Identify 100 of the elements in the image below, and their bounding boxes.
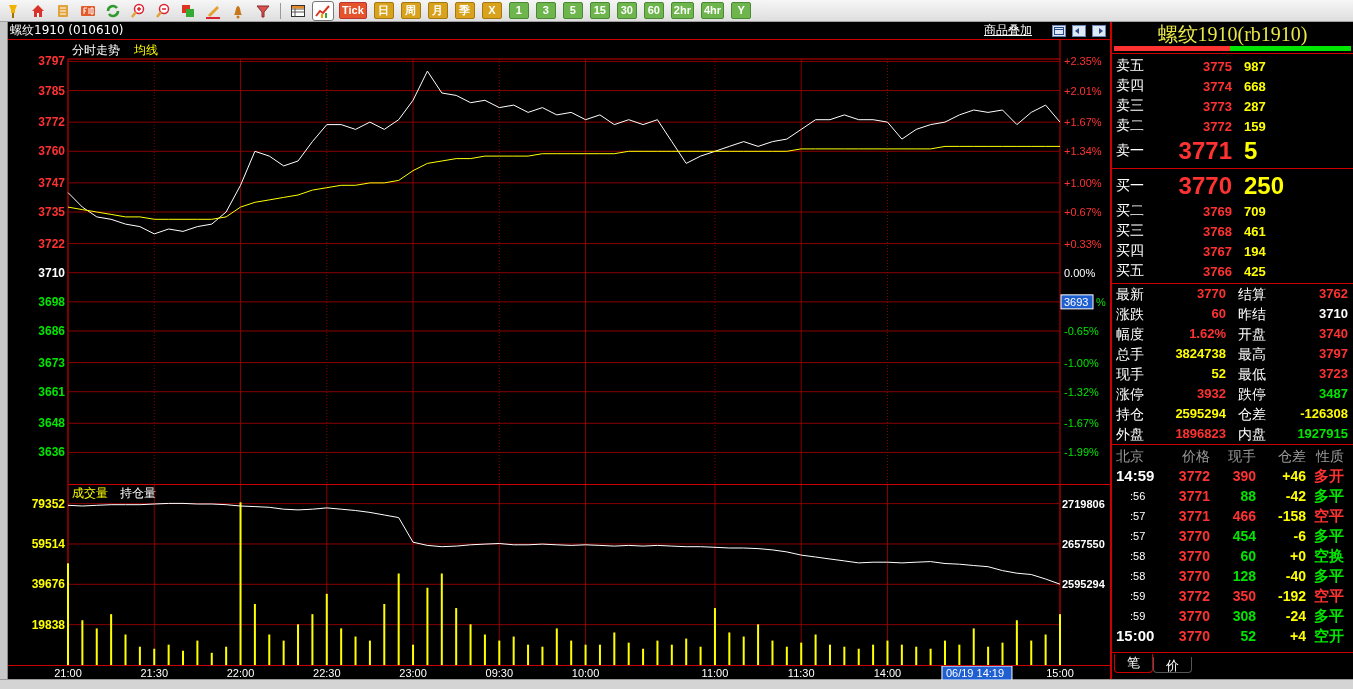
tick-nature: 多开 <box>1313 466 1344 486</box>
tick-time: 15:00 <box>1116 626 1156 646</box>
column-header: 现手 <box>1227 447 1256 466</box>
tick-nature: 多平 <box>1313 566 1344 586</box>
stat-label: 总手 <box>1116 345 1145 364</box>
price-axis-label: 3710 <box>38 265 65 280</box>
period-button[interactable]: 4hr <box>700 2 725 19</box>
time-axis-label: 23:00 <box>399 667 427 679</box>
interest-axis-label: 2657550 <box>1062 537 1105 550</box>
order-level-label: 卖五 <box>1116 57 1145 75</box>
percent-axis-label: +1.00% <box>1064 176 1102 189</box>
period-button[interactable]: Y <box>731 2 752 19</box>
order-price: 3772 <box>1202 118 1232 134</box>
tick-interest-change: +0 <box>1289 547 1306 566</box>
order-level-label: 卖一 <box>1116 142 1145 160</box>
period-button[interactable]: 月 <box>427 2 448 19</box>
tick-interest-change: -42 <box>1284 487 1306 506</box>
tick-price: 3771 <box>1177 487 1210 506</box>
tick-interest-change: +46 <box>1281 467 1306 486</box>
stat-label: 持仓 <box>1116 405 1145 424</box>
period-button[interactable]: 1 <box>508 2 529 19</box>
tick-price: 3770 <box>1177 527 1210 546</box>
price-axis-label: 3636 <box>38 445 65 460</box>
percent-axis-label: -1.99% <box>1064 446 1099 459</box>
stat-label: 昨结 <box>1238 305 1267 324</box>
tick-nature: 空换 <box>1313 546 1344 566</box>
stat-value: 3723 <box>1318 365 1348 383</box>
price-axis-label: 3735 <box>38 205 65 219</box>
period-button[interactable]: 季 <box>454 2 475 19</box>
order-price: 3770 <box>1177 172 1232 200</box>
chart-legend: 均线 <box>134 43 158 57</box>
stat-label: 仓差 <box>1238 405 1267 424</box>
order-volume: 461 <box>1244 223 1267 239</box>
stat-label: 最新 <box>1116 285 1145 304</box>
tick-price: 3770 <box>1177 627 1210 646</box>
order-volume: 668 <box>1244 78 1267 94</box>
period-button[interactable]: 15 <box>589 2 610 19</box>
tick-interest-change: -158 <box>1276 507 1306 526</box>
period-button[interactable]: 周 <box>400 2 421 19</box>
period-button[interactable]: Tick <box>339 2 367 19</box>
stat-label: 最高 <box>1238 345 1267 364</box>
chart-title: 螺纹1910 (010610) <box>10 22 124 39</box>
time-axis-label: 11:00 <box>701 667 729 679</box>
order-level-label: 买二 <box>1116 202 1145 220</box>
tick-volume: 454 <box>1231 527 1256 546</box>
stat-value: 1.62% <box>1188 325 1226 343</box>
time-axis-label: 22:00 <box>226 667 255 679</box>
percent-axis-label: +2.35% <box>1064 55 1102 68</box>
period-button[interactable]: 5 <box>562 2 583 19</box>
tick-time: :57 <box>1129 509 1147 524</box>
volume-axis-label: 39676 <box>31 577 65 592</box>
price-axis-label: 3673 <box>38 355 65 370</box>
panel-tab[interactable]: 价 <box>1153 657 1192 673</box>
tick-time: :59 <box>1129 589 1147 604</box>
price-axis-label: 3686 <box>38 324 65 338</box>
price-axis-label: 3722 <box>38 236 65 251</box>
order-level-label: 买五 <box>1116 262 1145 280</box>
order-level-label: 买四 <box>1116 242 1145 260</box>
period-button[interactable]: X <box>481 2 502 19</box>
tick-volume: 128 <box>1231 567 1256 586</box>
interest-axis-label: 2719806 <box>1062 497 1105 510</box>
time-axis-label: 21:30 <box>140 667 169 679</box>
stat-value: 3762 <box>1318 285 1348 303</box>
order-price: 3775 <box>1202 58 1232 74</box>
panel-tab[interactable]: 笔 <box>1114 654 1153 673</box>
stat-label: 结算 <box>1238 285 1267 304</box>
tick-time: :58 <box>1129 569 1147 584</box>
tick-volume: 88 <box>1239 487 1256 506</box>
tick-volume: 60 <box>1239 547 1256 566</box>
order-volume: 250 <box>1244 172 1286 200</box>
tick-volume: 52 <box>1239 627 1256 646</box>
period-button[interactable]: 3 <box>535 2 556 19</box>
stat-value: 60 <box>1210 305 1226 323</box>
tick-volume: 350 <box>1231 587 1256 606</box>
price-axis-label: 3747 <box>38 175 65 190</box>
order-price: 3766 <box>1202 263 1232 279</box>
tick-price: 3771 <box>1177 507 1210 526</box>
period-button[interactable]: 2hr <box>670 2 694 19</box>
volume-axis-label: 19838 <box>31 617 65 632</box>
percent-axis-label: +2.01% <box>1064 84 1102 97</box>
order-price: 3768 <box>1202 223 1232 239</box>
percent-axis-label: +0.33% <box>1064 237 1102 250</box>
order-volume: 987 <box>1244 58 1267 74</box>
tick-price: 3770 <box>1177 607 1210 626</box>
stat-value: 3487 <box>1318 385 1348 403</box>
period-button[interactable]: 60 <box>643 2 664 19</box>
order-price: 3771 <box>1177 137 1232 165</box>
stat-value: 3797 <box>1318 345 1348 363</box>
percent-axis-label: +0.67% <box>1064 206 1102 218</box>
period-button[interactable]: 日 <box>373 2 394 19</box>
price-axis-label: 3772 <box>38 115 65 130</box>
stat-label: 开盘 <box>1238 325 1267 344</box>
tick-nature: 多平 <box>1313 526 1344 546</box>
period-button[interactable]: 30 <box>616 2 637 19</box>
order-level-label: 买一 <box>1116 177 1145 195</box>
column-header: 价格 <box>1181 447 1210 466</box>
percent-axis-label: % <box>1096 295 1106 308</box>
order-volume: 425 <box>1244 263 1267 279</box>
overlay-link[interactable]: 商品叠加 <box>984 22 1032 39</box>
time-axis-label: 10:00 <box>571 667 600 679</box>
